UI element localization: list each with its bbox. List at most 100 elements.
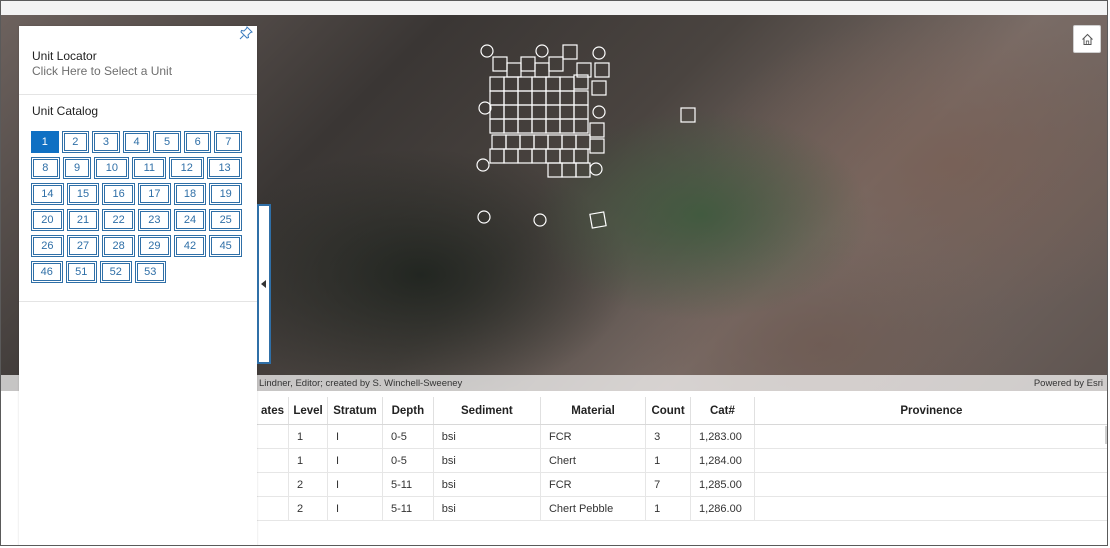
table-cell — [754, 424, 1107, 449]
column-header[interactable]: Cat# — [690, 397, 755, 425]
unit-button[interactable]: 23 — [138, 209, 171, 231]
table-cell — [257, 472, 290, 497]
unit-locator[interactable]: Unit Locator Click Here to Select a Unit — [19, 26, 257, 95]
unit-button[interactable]: 24 — [173, 209, 207, 231]
table-cell: bsi — [433, 496, 541, 521]
unit-button[interactable]: 28 — [102, 235, 136, 257]
unit-button[interactable]: 29 — [138, 235, 171, 257]
esri-credit[interactable]: Powered by Esri — [1034, 378, 1103, 389]
table-row[interactable]: 1 I 0-5 bsi Chert 1 1,284.00 — [257, 448, 1107, 473]
unit-button[interactable]: 1 — [31, 131, 59, 153]
unit-button[interactable]: 6 — [183, 131, 212, 153]
unit-button[interactable]: 26 — [31, 235, 64, 257]
table-cell: 1,283.00 — [690, 424, 755, 449]
unit-button[interactable]: 27 — [66, 235, 100, 257]
unit-square — [547, 162, 563, 178]
unit-locator-hint[interactable]: Click Here to Select a Unit — [32, 64, 257, 78]
column-header[interactable]: Material — [540, 397, 647, 425]
table-cell: I — [327, 424, 383, 449]
table-cell: 1 — [645, 448, 692, 473]
unit-button[interactable]: 3 — [92, 131, 120, 153]
unit-locator-title: Unit Locator — [32, 49, 97, 63]
unit-catalog-grid: 1 2 3 4 5 6 7 8 9 10 11 12 13 14 15 16 17 18 19 20 21 22 23 24 2… — [31, 131, 245, 287]
table-cell: 1 — [645, 496, 692, 521]
unit-button[interactable]: 2 — [61, 131, 90, 153]
table-cell: 1 — [288, 424, 329, 449]
unit-button[interactable]: 22 — [102, 209, 136, 231]
unit-square — [517, 76, 533, 92]
unit-button[interactable]: 16 — [102, 183, 136, 205]
unit-button[interactable]: 8 — [31, 157, 60, 179]
unit-row: 14 15 16 17 18 19 — [31, 183, 245, 205]
unit-marker — [535, 44, 549, 58]
unit-square — [531, 118, 547, 134]
unit-button[interactable]: 9 — [62, 157, 92, 179]
unit-square — [594, 62, 610, 78]
pin-icon[interactable] — [239, 26, 253, 45]
unit-square — [517, 104, 533, 120]
unit-button[interactable]: 25 — [209, 209, 243, 231]
unit-square — [545, 148, 561, 164]
home-icon — [1081, 33, 1093, 45]
unit-button[interactable]: 14 — [31, 183, 64, 205]
column-header[interactable]: Count — [645, 397, 692, 425]
table-cell: bsi — [433, 448, 541, 473]
column-header[interactable]: Provinence — [754, 397, 1107, 425]
chevron-left-icon — [261, 280, 266, 288]
column-header[interactable]: Depth — [382, 397, 434, 425]
unit-square — [589, 122, 605, 138]
unit-button[interactable]: 18 — [173, 183, 207, 205]
unit-button[interactable]: 10 — [94, 157, 130, 179]
unit-button[interactable]: 15 — [66, 183, 100, 205]
table-cell: I — [327, 496, 383, 521]
unit-button[interactable]: 19 — [209, 183, 243, 205]
unit-button[interactable]: 7 — [214, 131, 243, 153]
unit-button[interactable]: 20 — [31, 209, 64, 231]
unit-square — [519, 134, 535, 150]
unit-button[interactable]: 51 — [65, 261, 97, 283]
column-header[interactable]: ates — [257, 397, 290, 425]
unit-square — [489, 148, 505, 164]
unit-button[interactable]: 46 — [31, 261, 63, 283]
table-cell — [754, 496, 1107, 521]
unit-square — [520, 56, 536, 72]
table-scrollbar[interactable] — [1105, 426, 1107, 444]
column-header[interactable]: Stratum — [327, 397, 383, 425]
table-row[interactable]: 2 I 5-11 bsi Chert Pebble 1 1,286.00 — [257, 496, 1107, 521]
unit-square — [517, 148, 533, 164]
unit-button[interactable]: 11 — [132, 157, 167, 179]
attribute-table[interactable]: ates Level Stratum Depth Sediment Material Cou… — [257, 397, 1107, 545]
unit-square — [533, 134, 549, 150]
unit-square — [534, 62, 550, 78]
unit-button[interactable]: 53 — [134, 261, 166, 283]
unit-square — [517, 90, 533, 106]
unit-button[interactable]: 52 — [100, 261, 132, 283]
unit-button[interactable]: 45 — [209, 235, 243, 257]
unit-button[interactable]: 21 — [66, 209, 100, 231]
table-row[interactable]: 1 I 0-5 bsi FCR 3 1,283.00 — [257, 424, 1107, 449]
unit-square — [559, 76, 575, 92]
unit-marker — [478, 101, 492, 115]
unit-button[interactable]: 12 — [169, 157, 205, 179]
unit-marker — [476, 158, 490, 172]
unit-button[interactable]: 17 — [138, 183, 171, 205]
home-button[interactable] — [1073, 25, 1101, 53]
collapse-panel-button[interactable] — [257, 204, 271, 364]
unit-button[interactable]: 13 — [207, 157, 242, 179]
unit-button[interactable]: 5 — [153, 131, 181, 153]
table-row[interactable]: 2 I 5-11 bsi FCR 7 1,285.00 — [257, 472, 1107, 497]
unit-square — [573, 118, 589, 134]
table-cell: 5-11 — [382, 472, 434, 497]
unit-panel: Unit Locator Click Here to Select a Unit… — [19, 26, 257, 545]
unit-square — [561, 162, 577, 178]
table-cell: 2 — [288, 472, 329, 497]
unit-button[interactable]: 42 — [173, 235, 207, 257]
table-cell: 3 — [645, 424, 692, 449]
column-header[interactable]: Level — [288, 397, 329, 425]
unit-button[interactable]: 4 — [122, 131, 151, 153]
unit-square — [492, 56, 508, 72]
table-cell — [754, 448, 1107, 473]
column-header[interactable]: Sediment — [433, 397, 541, 425]
panel-divider — [19, 301, 257, 302]
table-cell: 1,285.00 — [690, 472, 755, 497]
